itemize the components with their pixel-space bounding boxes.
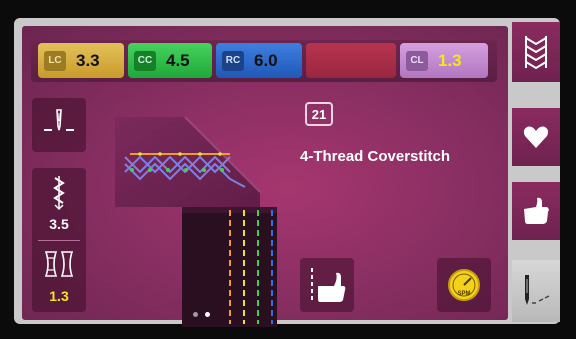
tab-personal[interactable]: [512, 182, 560, 240]
cc-value: 4.5: [166, 50, 190, 70]
heart-icon: [523, 126, 549, 148]
tab-favorites[interactable]: [512, 108, 560, 166]
cl-tension-button[interactable]: CL 1.3: [400, 43, 488, 78]
lc-tension-button[interactable]: LC 3.3: [38, 43, 124, 78]
differential-feed-button[interactable]: 1.3: [32, 244, 86, 310]
spm-label: SPM: [457, 291, 470, 297]
needle-position-button[interactable]: [32, 98, 86, 152]
lc-value: 3.3: [76, 50, 100, 70]
differential-feed-icon: [44, 251, 74, 277]
needle-position-icon: [44, 109, 74, 131]
spm-speed-icon: SPM: [448, 269, 480, 301]
rc-tag: RC: [222, 50, 244, 71]
thread-guide-button[interactable]: [300, 258, 354, 312]
rc-value: 6.0: [254, 50, 278, 70]
lc-tag: LC: [44, 50, 66, 71]
differential-feed-value: 1.3: [49, 288, 69, 304]
page-dot-active[interactable]: [205, 312, 211, 317]
stitch-pattern-icon: [525, 36, 547, 70]
needle-icon: [525, 275, 550, 305]
hand-icon: [524, 197, 549, 224]
tab-stitch-patterns[interactable]: [512, 22, 560, 82]
panel-divider: [38, 240, 80, 241]
stitch-number-badge: 21: [305, 102, 333, 126]
rc-tension-button[interactable]: RC 6.0: [216, 43, 302, 78]
speed-spm-button[interactable]: SPM: [437, 258, 491, 312]
cl-tag: CL: [406, 50, 428, 71]
page-indicator: [193, 304, 213, 322]
stitch-name: 4-Thread Coverstitch: [300, 148, 451, 165]
cc-tag: CC: [134, 50, 156, 71]
empty-tension-slot: [306, 43, 396, 78]
stitch-length-value: 3.5: [49, 216, 69, 232]
stitch-length-icon: [53, 176, 65, 211]
thread-hand-icon: [311, 268, 346, 302]
coverstitch-illustration: [115, 116, 277, 327]
cc-tension-button[interactable]: CC 4.5: [128, 43, 212, 78]
stitch-length-button[interactable]: 3.5: [32, 168, 86, 238]
page-dot[interactable]: [193, 312, 198, 317]
tab-sewing-mode[interactable]: [512, 260, 560, 322]
cl-value: 1.3: [438, 50, 462, 70]
